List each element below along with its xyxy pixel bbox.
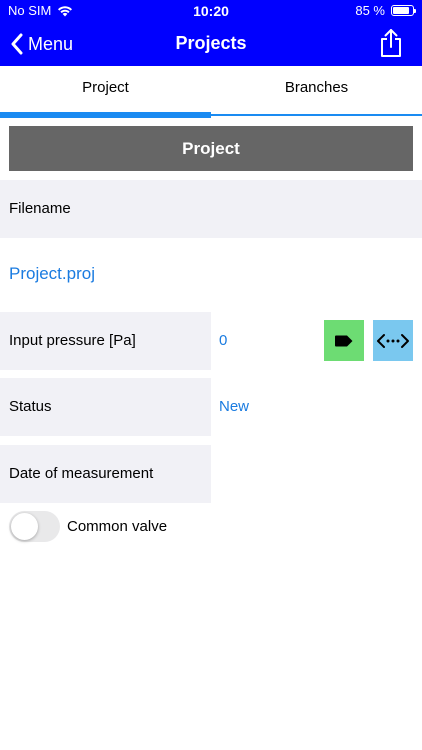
status-value[interactable]: New	[219, 398, 249, 415]
battery-percent: 85 %	[355, 3, 385, 18]
share-icon	[381, 29, 401, 57]
left-right-arrows-icon	[377, 333, 409, 348]
status-right: 85 %	[355, 3, 416, 18]
status-row: Status	[0, 378, 211, 436]
filename-label: Filename	[9, 200, 71, 217]
common-valve-label: Common valve	[67, 518, 168, 535]
date-label: Date of measurement	[9, 465, 154, 482]
top-bar: No SIM 10:20 85 % Menu Projects	[0, 0, 422, 66]
back-button-label: Menu	[28, 33, 74, 54]
tab-branches[interactable]: Branches	[211, 66, 422, 118]
tab-bar: Project Branches	[0, 66, 422, 118]
share-button[interactable]	[378, 28, 404, 58]
tag-button[interactable]	[324, 320, 364, 361]
back-button[interactable]: Menu	[10, 30, 73, 58]
input-pressure-value[interactable]: 0	[219, 332, 227, 349]
tag-icon	[335, 335, 353, 346]
project-section-button[interactable]: Project	[9, 126, 413, 171]
chevron-left-icon	[11, 33, 23, 55]
input-pressure-label: Input pressure [Pa]	[9, 332, 136, 349]
input-pressure-row: Input pressure [Pa]	[0, 312, 211, 370]
date-row: Date of measurement	[0, 445, 211, 503]
tab-underline	[211, 114, 422, 116]
common-valve-toggle[interactable]	[9, 511, 60, 542]
tab-project[interactable]: Project	[0, 66, 211, 118]
status-label: Status	[9, 398, 52, 415]
tab-active-indicator	[0, 112, 211, 118]
battery-icon	[391, 5, 416, 16]
filename-row: Filename	[0, 180, 422, 238]
expand-arrows-button[interactable]	[373, 320, 413, 361]
filename-value[interactable]: Project.proj	[9, 264, 95, 284]
toggle-knob	[11, 513, 38, 540]
